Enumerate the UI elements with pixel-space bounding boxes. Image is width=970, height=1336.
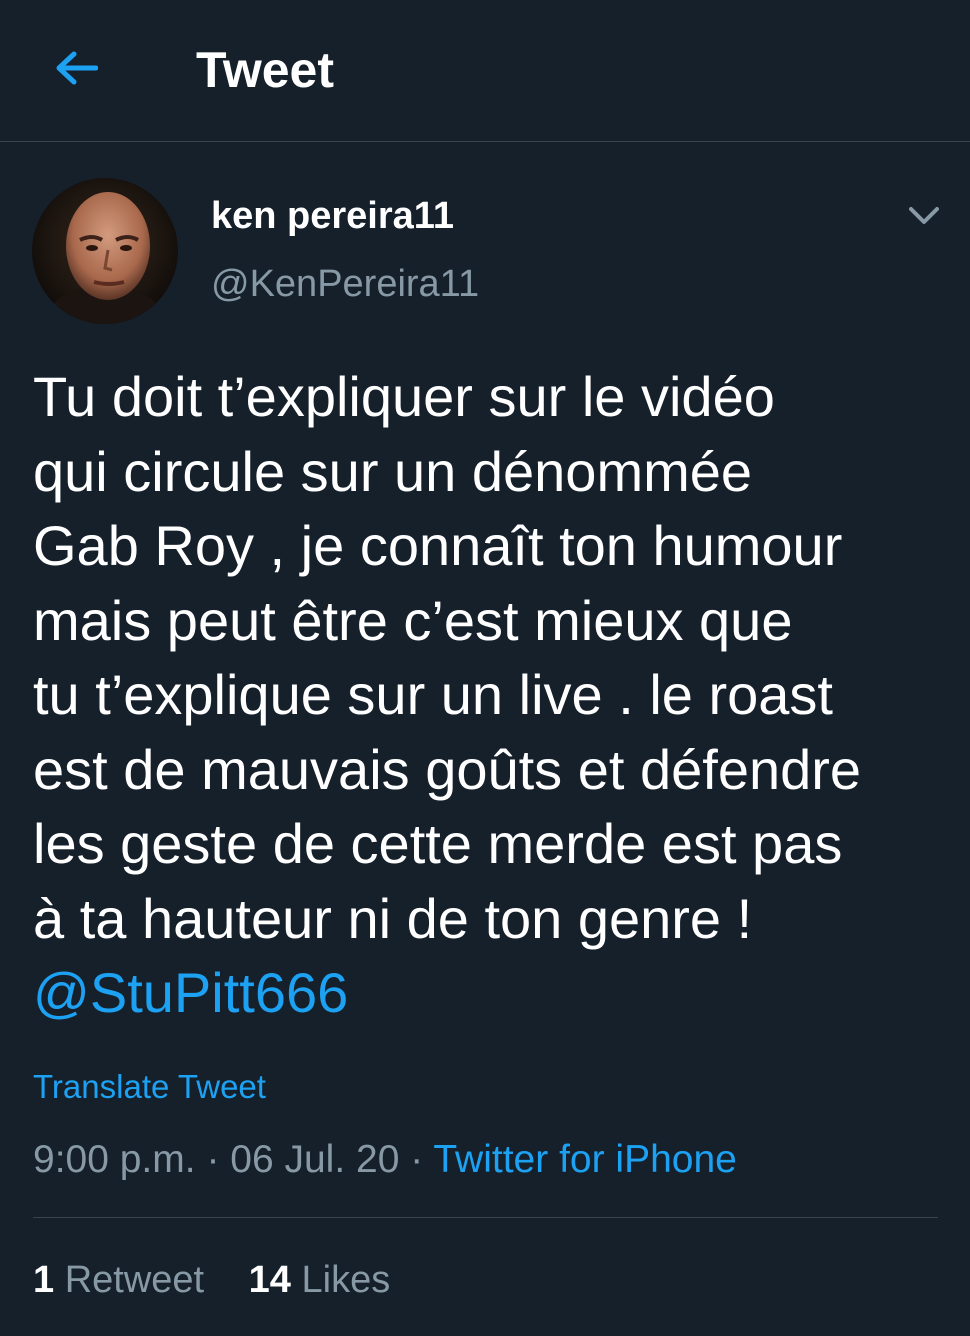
like-count: 14 bbox=[248, 1259, 291, 1301]
retweet-label: Retweet bbox=[64, 1259, 205, 1301]
back-button[interactable] bbox=[48, 44, 104, 92]
tweet-metadata: 9:00 p.m. · 06 Jul. 20 · Twitter for iPh… bbox=[33, 1136, 737, 1184]
mention-link[interactable]: @StuPitt666 bbox=[33, 956, 943, 1031]
tweet-line: mais peut être c’est mieux que bbox=[33, 588, 793, 652]
top-bar: Tweet bbox=[0, 0, 970, 142]
tweet-line: Gab Roy , je connaît ton humour bbox=[33, 514, 843, 577]
tweet-line: tu t’explique sur un live . le roast bbox=[33, 663, 833, 726]
tweet-date: 06 Jul. 20 bbox=[230, 1138, 400, 1181]
retweets-stat[interactable]: 1 Retweet bbox=[33, 1256, 204, 1304]
tweet-line: les geste de cette merde est pas bbox=[33, 812, 843, 875]
tweet-line: à ta hauteur ni de ton genre ! bbox=[33, 886, 753, 950]
divider bbox=[33, 1217, 938, 1218]
author-avatar[interactable] bbox=[32, 178, 178, 324]
tweet-line: est de mauvais goûts et défendre bbox=[33, 737, 862, 801]
user-avatar bbox=[32, 178, 178, 324]
tweet-body: Tu doit t’expliquer sur le vidéo qui cir… bbox=[33, 360, 943, 1031]
arrow-left-icon bbox=[56, 51, 98, 85]
tweet-line: Tu doit t’expliquer sur le vidéo bbox=[33, 365, 775, 428]
retweet-count: 1 bbox=[33, 1259, 55, 1301]
tweet-line: qui circule sur un dénommée bbox=[33, 439, 753, 503]
author-handle[interactable]: @KenPereira11 bbox=[211, 260, 479, 308]
page-title: Tweet bbox=[196, 42, 334, 98]
chevron-down-icon bbox=[909, 207, 939, 224]
likes-stat[interactable]: 14 Likes bbox=[249, 1256, 391, 1304]
meta-separator: · bbox=[410, 1138, 424, 1181]
like-label: Likes bbox=[301, 1259, 391, 1301]
translate-tweet-link[interactable]: Translate Tweet bbox=[33, 1066, 266, 1108]
meta-separator: · bbox=[206, 1138, 220, 1181]
author-display-name[interactable]: ken pereira11 bbox=[211, 192, 454, 240]
tweet-menu-button[interactable] bbox=[900, 196, 948, 236]
tweet-source-link[interactable]: Twitter for iPhone bbox=[433, 1138, 736, 1181]
tweet-stats: 1 Retweet 14 Likes bbox=[33, 1256, 390, 1304]
tweet-time: 9:00 p.m. bbox=[33, 1138, 196, 1181]
